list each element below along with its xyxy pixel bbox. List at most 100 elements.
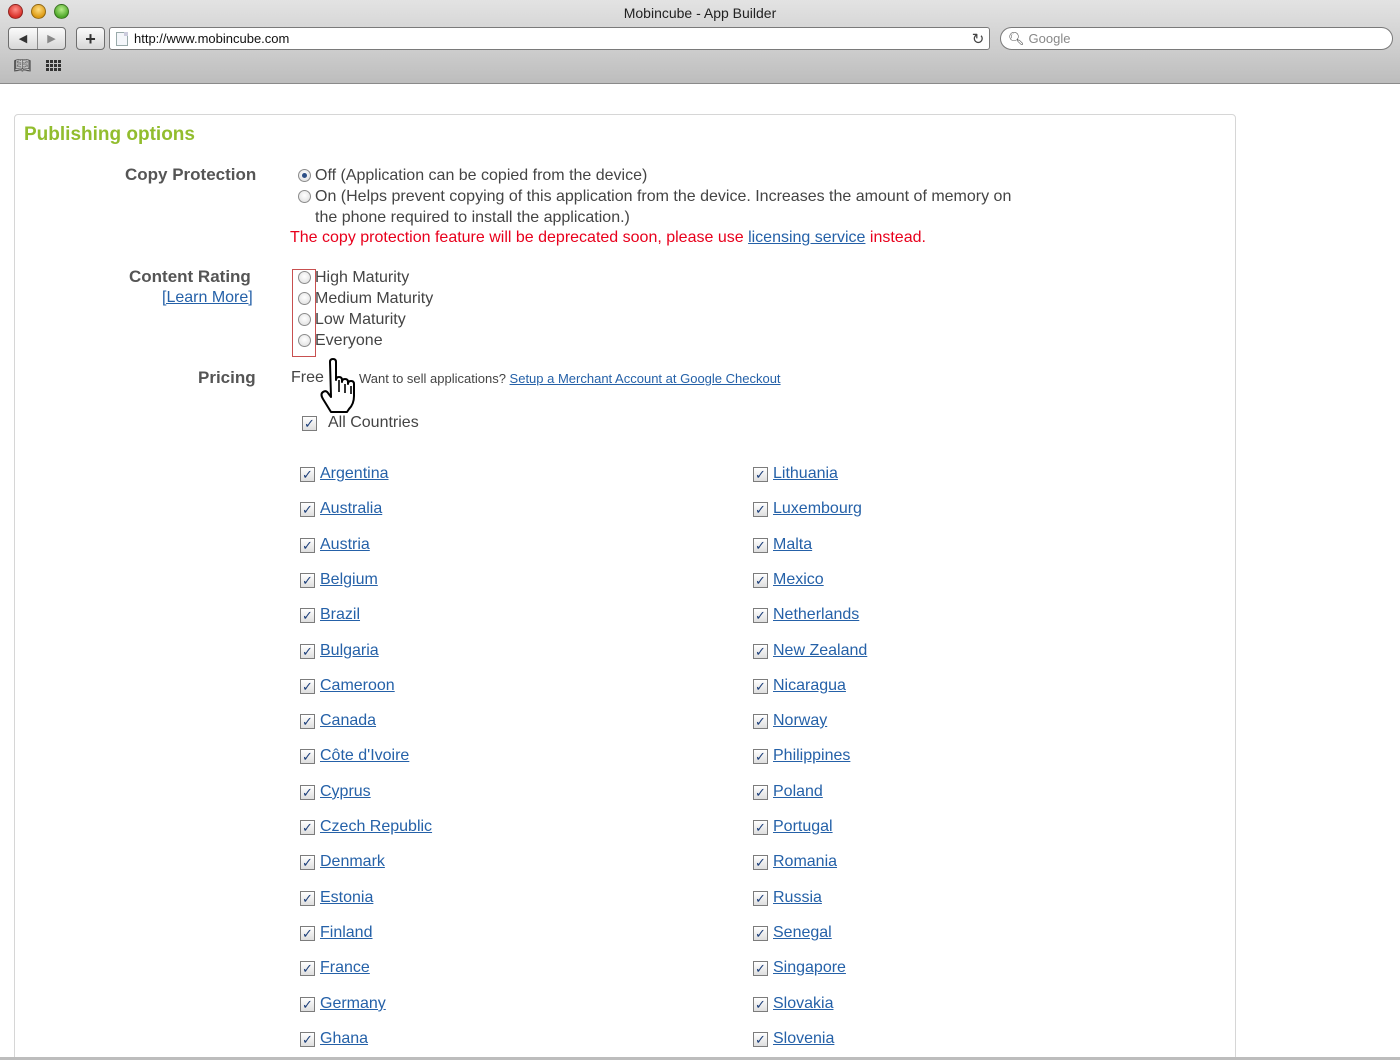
country-checkbox[interactable]: ✓ <box>753 1031 768 1047</box>
country-checkbox[interactable]: ✓ <box>753 466 768 482</box>
country-link[interactable]: Romania <box>773 853 837 871</box>
rating-option-low[interactable]: Low Maturity <box>298 309 406 330</box>
country-item[interactable]: ✓ Romania <box>753 853 837 871</box>
country-link[interactable]: Norway <box>773 712 827 730</box>
country-item[interactable]: ✓ Luxembourg <box>753 500 862 518</box>
country-checkbox[interactable]: ✓ <box>300 572 315 588</box>
country-item[interactable]: ✓ Finland <box>300 924 372 942</box>
search-bar[interactable]: 🔍︎ <box>1000 27 1393 50</box>
country-link[interactable]: Germany <box>320 995 386 1013</box>
copy-protection-off-option[interactable]: Off (Application can be copied from the … <box>298 165 647 186</box>
country-link[interactable]: Finland <box>320 924 372 942</box>
search-icon[interactable]: 🔍︎ <box>1008 31 1025 47</box>
country-item[interactable]: ✓ Slovenia <box>753 1030 834 1048</box>
country-item[interactable]: ✓ Austria <box>300 536 370 554</box>
rating-option-everyone[interactable]: Everyone <box>298 330 383 351</box>
country-link[interactable]: Lithuania <box>773 465 838 483</box>
country-link[interactable]: Belgium <box>320 571 378 589</box>
country-checkbox[interactable]: ✓ <box>753 890 768 906</box>
country-link[interactable]: Poland <box>773 783 823 801</box>
country-item[interactable]: ✓ Netherlands <box>753 606 859 624</box>
country-checkbox[interactable]: ✓ <box>300 890 315 906</box>
merchant-account-link[interactable]: Setup a Merchant Account at Google Check… <box>510 371 781 386</box>
rating-high-radio[interactable] <box>298 271 311 284</box>
add-bookmark-button[interactable]: + <box>76 27 105 50</box>
search-input[interactable] <box>1028 31 1369 46</box>
country-checkbox[interactable]: ✓ <box>753 819 768 835</box>
rating-option-medium[interactable]: Medium Maturity <box>298 288 433 309</box>
rating-option-high[interactable]: High Maturity <box>298 267 409 288</box>
country-checkbox[interactable]: ✓ <box>300 854 315 870</box>
bookmarks-book-icon[interactable]: 📖︎ <box>12 57 32 74</box>
address-bar[interactable]: http://www.mobincube.com ↻ <box>109 27 990 50</box>
country-link[interactable]: France <box>320 959 370 977</box>
country-link[interactable]: Argentina <box>320 465 389 483</box>
country-item[interactable]: ✓ Malta <box>753 536 812 554</box>
country-item[interactable]: ✓ Australia <box>300 500 382 518</box>
country-checkbox[interactable]: ✓ <box>753 784 768 800</box>
country-item[interactable]: ✓ Germany <box>300 995 386 1013</box>
country-item[interactable]: ✓ Belgium <box>300 571 378 589</box>
country-link[interactable]: Austria <box>320 536 370 554</box>
country-checkbox[interactable]: ✓ <box>753 537 768 553</box>
country-item[interactable]: ✓ Brazil <box>300 606 360 624</box>
country-checkbox[interactable]: ✓ <box>300 501 315 517</box>
copy-protection-on-radio[interactable] <box>298 190 311 203</box>
country-link[interactable]: Singapore <box>773 959 846 977</box>
reload-icon[interactable]: ↻ <box>967 30 989 48</box>
country-checkbox[interactable]: ✓ <box>753 713 768 729</box>
country-link[interactable]: Philippines <box>773 747 850 765</box>
country-link[interactable]: Slovenia <box>773 1030 834 1048</box>
country-link[interactable]: Côte d'Ivoire <box>320 747 409 765</box>
country-item[interactable]: ✓ Senegal <box>753 924 832 942</box>
country-link[interactable]: Nicaragua <box>773 677 846 695</box>
country-link[interactable]: New Zealand <box>773 642 867 660</box>
country-item[interactable]: ✓ Canada <box>300 712 376 730</box>
country-link[interactable]: Bulgaria <box>320 642 379 660</box>
country-checkbox[interactable]: ✓ <box>753 925 768 941</box>
country-item[interactable]: ✓ Poland <box>753 783 823 801</box>
country-checkbox[interactable]: ✓ <box>300 678 315 694</box>
country-checkbox[interactable]: ✓ <box>753 678 768 694</box>
country-item[interactable]: ✓ Czech Republic <box>300 818 432 836</box>
country-checkbox[interactable]: ✓ <box>300 466 315 482</box>
country-item[interactable]: ✓ Denmark <box>300 853 385 871</box>
country-link[interactable]: Czech Republic <box>320 818 432 836</box>
country-link[interactable]: Netherlands <box>773 606 859 624</box>
country-link[interactable]: Estonia <box>320 889 373 907</box>
country-item[interactable]: ✓ Côte d'Ivoire <box>300 747 409 765</box>
country-link[interactable]: Cameroon <box>320 677 395 695</box>
country-item[interactable]: ✓ Norway <box>753 712 827 730</box>
country-checkbox[interactable]: ✓ <box>300 537 315 553</box>
country-link[interactable]: Canada <box>320 712 376 730</box>
country-checkbox[interactable]: ✓ <box>300 960 315 976</box>
country-item[interactable]: ✓ Russia <box>753 889 822 907</box>
country-checkbox[interactable]: ✓ <box>753 854 768 870</box>
country-checkbox[interactable]: ✓ <box>300 713 315 729</box>
country-checkbox[interactable]: ✓ <box>300 819 315 835</box>
country-item[interactable]: ✓ Lithuania <box>753 465 838 483</box>
country-checkbox[interactable]: ✓ <box>300 607 315 623</box>
country-checkbox[interactable]: ✓ <box>300 784 315 800</box>
copy-protection-off-radio[interactable] <box>298 169 311 182</box>
country-link[interactable]: Australia <box>320 500 382 518</box>
country-link[interactable]: Portugal <box>773 818 833 836</box>
country-checkbox[interactable]: ✓ <box>753 960 768 976</box>
country-checkbox[interactable]: ✓ <box>753 748 768 764</box>
country-item[interactable]: ✓ Cyprus <box>300 783 371 801</box>
country-checkbox[interactable]: ✓ <box>753 996 768 1012</box>
country-checkbox[interactable]: ✓ <box>753 643 768 659</box>
country-link[interactable]: Brazil <box>320 606 360 624</box>
country-item[interactable]: ✓ Bulgaria <box>300 642 379 660</box>
country-link[interactable]: Denmark <box>320 853 385 871</box>
country-link[interactable]: Mexico <box>773 571 824 589</box>
rating-everyone-radio[interactable] <box>298 334 311 347</box>
country-link[interactable]: Ghana <box>320 1030 368 1048</box>
country-checkbox[interactable]: ✓ <box>300 748 315 764</box>
back-button[interactable]: ◀ <box>9 28 37 49</box>
country-link[interactable]: Senegal <box>773 924 832 942</box>
country-checkbox[interactable]: ✓ <box>300 996 315 1012</box>
rating-low-radio[interactable] <box>298 313 311 326</box>
country-item[interactable]: ✓ France <box>300 959 370 977</box>
country-checkbox[interactable]: ✓ <box>753 572 768 588</box>
